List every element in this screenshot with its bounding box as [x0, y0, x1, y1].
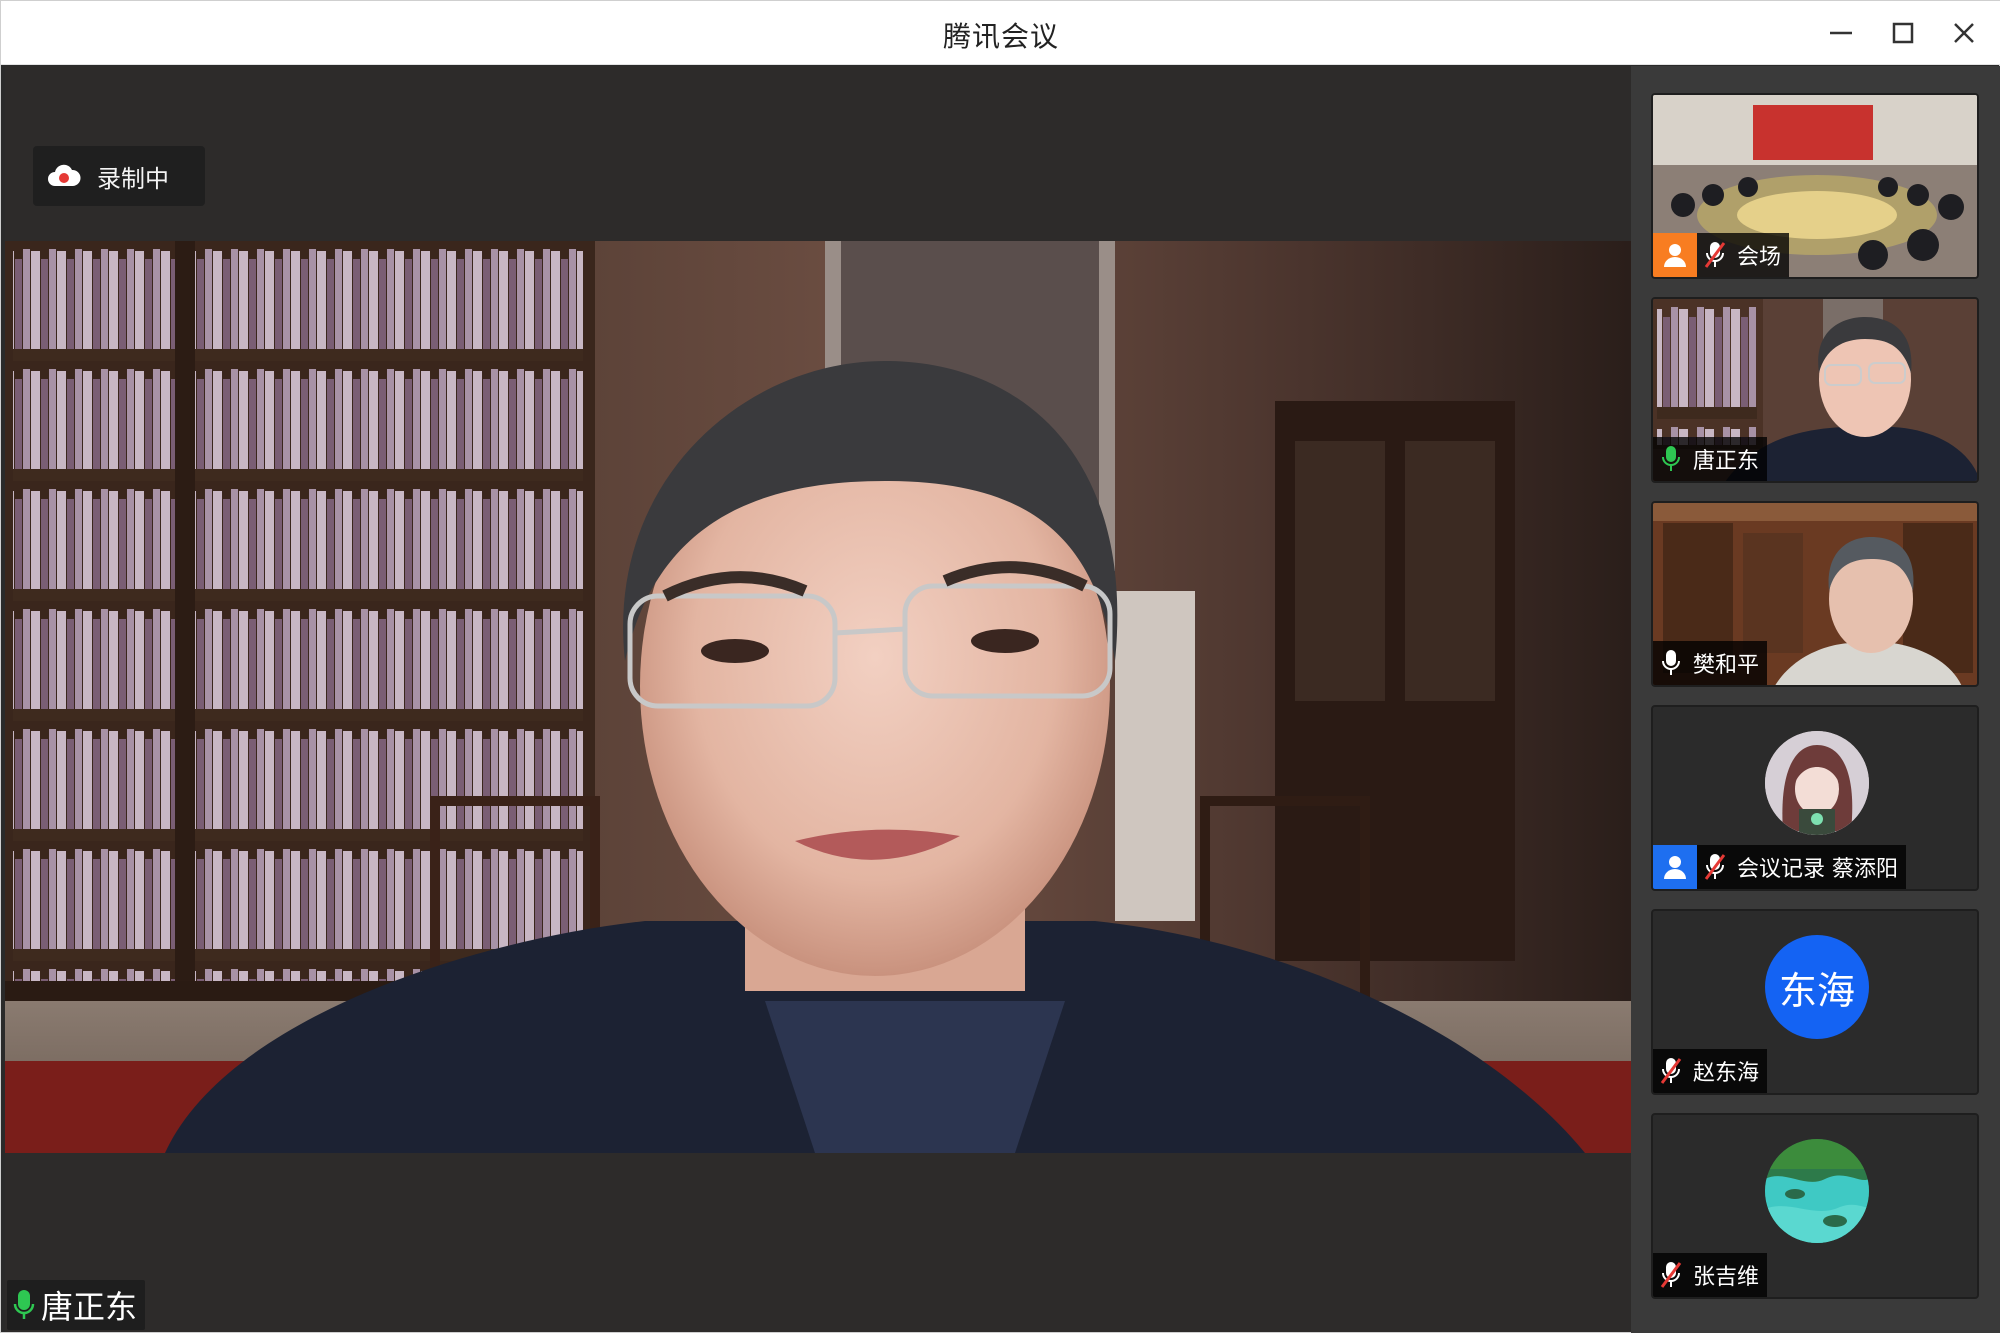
maximize-button[interactable]	[1878, 11, 1928, 55]
anime-girl-avatar	[1765, 731, 1869, 835]
close-button[interactable]	[1939, 11, 1989, 55]
participant-name: 樊和平	[1693, 653, 1760, 678]
mic-muted-icon	[1660, 1262, 1682, 1288]
participant-label: 唐正东	[1653, 437, 1768, 481]
speaker-video-frame	[5, 241, 1631, 1153]
participant-label: 赵东海	[1653, 1049, 1768, 1093]
participant-tile[interactable]: 东海 赵东海	[1651, 909, 1979, 1095]
avatar-initials: 东海	[1765, 935, 1869, 1039]
active-speaker-tag: 唐正东	[7, 1280, 146, 1330]
mic-status	[1653, 1253, 1689, 1297]
host-badge	[1653, 233, 1697, 277]
participant-sidebar[interactable]: 会场 唐正东 樊和平 会议记录 蔡添阳 东海 赵东海 张吉维	[1631, 66, 2000, 1333]
mic-muted-icon	[1704, 854, 1726, 880]
avatar-image	[1765, 1139, 1869, 1243]
mic-status	[1697, 233, 1733, 277]
maximize-icon	[1892, 22, 1914, 44]
landscape-avatar	[1765, 1139, 1869, 1243]
participant-tile[interactable]: 会场	[1651, 93, 1979, 279]
main-stage[interactable]: 录制中 唐正东	[5, 66, 1631, 1332]
recording-indicator[interactable]: 录制中	[33, 146, 205, 206]
mic-active-icon	[13, 1290, 35, 1319]
avatar-image	[1765, 731, 1869, 835]
meeting-window: 腾讯会议 录制中 唐正东 会场 唐正东 樊和平 会议记录 蔡添阳 东海 赵东海 …	[0, 0, 2000, 1333]
title-bar: 腾讯会议	[1, 1, 2000, 65]
recording-label: 录制中	[97, 164, 169, 193]
participant-name: 会场	[1737, 245, 1782, 270]
close-icon	[1954, 23, 1974, 43]
mic-muted-icon	[1660, 1058, 1682, 1084]
mic-status	[1697, 845, 1733, 889]
participant-tile[interactable]: 唐正东	[1651, 297, 1979, 483]
participant-label: 会场	[1653, 233, 1790, 277]
mic-status	[1653, 1049, 1689, 1093]
user-icon	[1664, 856, 1686, 879]
cohost-badge	[1653, 845, 1697, 889]
mic-status	[1653, 641, 1689, 685]
window-title: 腾讯会议	[942, 20, 1059, 53]
cloud-recording-icon	[48, 164, 81, 186]
participant-label: 会议记录 蔡添阳	[1653, 845, 1906, 889]
mic-active-icon	[1662, 446, 1680, 471]
participant-name: 会议记录 蔡添阳	[1737, 857, 1898, 882]
user-icon	[1664, 244, 1686, 267]
participant-name: 赵东海	[1693, 1061, 1760, 1086]
mic-status	[1653, 437, 1689, 481]
mic-icon	[1662, 650, 1680, 675]
participant-label: 樊和平	[1653, 641, 1768, 685]
participant-label: 张吉维	[1653, 1253, 1768, 1297]
participant-tile[interactable]: 樊和平	[1651, 501, 1979, 687]
active-speaker-name: 唐正东	[41, 1288, 138, 1326]
mic-muted-icon	[1704, 242, 1726, 268]
participant-tile[interactable]: 张吉维	[1651, 1113, 1979, 1299]
minimize-icon	[1830, 31, 1852, 35]
main-speaker-video[interactable]	[5, 241, 1631, 1153]
participant-name: 张吉维	[1693, 1265, 1760, 1290]
participant-tile[interactable]: 会议记录 蔡添阳	[1651, 705, 1979, 891]
minimize-button[interactable]	[1816, 11, 1866, 55]
participant-name: 唐正东	[1693, 449, 1760, 474]
